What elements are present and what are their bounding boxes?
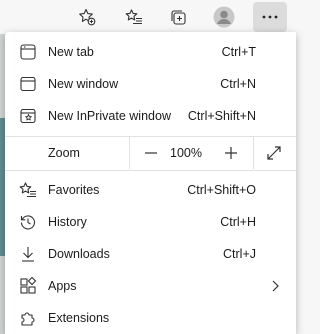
menu-item-apps[interactable]: Apps bbox=[5, 270, 296, 302]
favorites-list-icon[interactable] bbox=[118, 2, 150, 32]
menu-item-favorites[interactable]: Favorites Ctrl+Shift+O bbox=[5, 174, 296, 206]
menu-item-extensions[interactable]: Extensions bbox=[5, 302, 296, 334]
zoom-label: Zoom bbox=[48, 146, 80, 160]
profile-avatar-icon[interactable] bbox=[208, 2, 240, 32]
menu-item-shortcut: Ctrl+Shift+N bbox=[187, 109, 256, 123]
zoom-control-row: Zoom 100% bbox=[5, 137, 296, 169]
menu-item-label: New tab bbox=[48, 45, 94, 59]
menu-item-label: Apps bbox=[48, 279, 77, 293]
menu-item-label: New window bbox=[48, 77, 119, 91]
minus-icon[interactable] bbox=[139, 141, 163, 165]
extensions-icon bbox=[19, 309, 37, 327]
menu-item-new-tab[interactable]: New tab Ctrl+T bbox=[5, 36, 296, 68]
plus-icon[interactable] bbox=[219, 141, 243, 165]
menu-item-label: New InPrivate window bbox=[48, 109, 171, 123]
menu-item-shortcut: Ctrl+J bbox=[223, 247, 256, 261]
zoom-divider bbox=[253, 137, 254, 169]
star-list-icon bbox=[19, 181, 37, 199]
menu-item-shortcut: Ctrl+T bbox=[221, 45, 256, 59]
new-window-icon bbox=[19, 75, 37, 93]
menu-item-label: History bbox=[48, 215, 87, 229]
collections-icon[interactable] bbox=[162, 2, 194, 32]
zoom-value: 100% bbox=[170, 146, 202, 160]
browser-toolbar bbox=[0, 0, 296, 34]
zoom-divider bbox=[129, 137, 130, 169]
new-tab-icon bbox=[19, 43, 37, 61]
menu-item-history[interactable]: History Ctrl+H bbox=[5, 206, 296, 238]
menu-item-shortcut: Ctrl+Shift+O bbox=[187, 183, 256, 197]
more-options-icon[interactable] bbox=[253, 2, 287, 32]
favorite-add-icon[interactable] bbox=[71, 2, 103, 32]
menu-item-new-window[interactable]: New window Ctrl+N bbox=[5, 68, 296, 100]
menu-item-shortcut: Ctrl+H bbox=[220, 215, 256, 229]
menu-item-downloads[interactable]: Downloads Ctrl+J bbox=[5, 238, 296, 270]
chevron-right-icon bbox=[268, 279, 282, 293]
download-icon bbox=[19, 245, 37, 263]
inprivate-icon bbox=[19, 107, 37, 125]
menu-item-label: Downloads bbox=[48, 247, 110, 261]
menu-item-label: Favorites bbox=[48, 183, 100, 197]
apps-icon bbox=[19, 277, 37, 295]
menu-item-label: Extensions bbox=[48, 311, 110, 325]
menu-item-shortcut: Ctrl+N bbox=[220, 77, 256, 91]
fullscreen-icon[interactable] bbox=[262, 141, 286, 165]
menu-item-new-inprivate-window[interactable]: New InPrivate window Ctrl+Shift+N bbox=[5, 100, 296, 132]
browser-settings-menu: New tab Ctrl+T New window Ctrl+N New InP… bbox=[5, 32, 296, 334]
menu-divider bbox=[5, 170, 296, 171]
history-icon bbox=[19, 213, 37, 231]
